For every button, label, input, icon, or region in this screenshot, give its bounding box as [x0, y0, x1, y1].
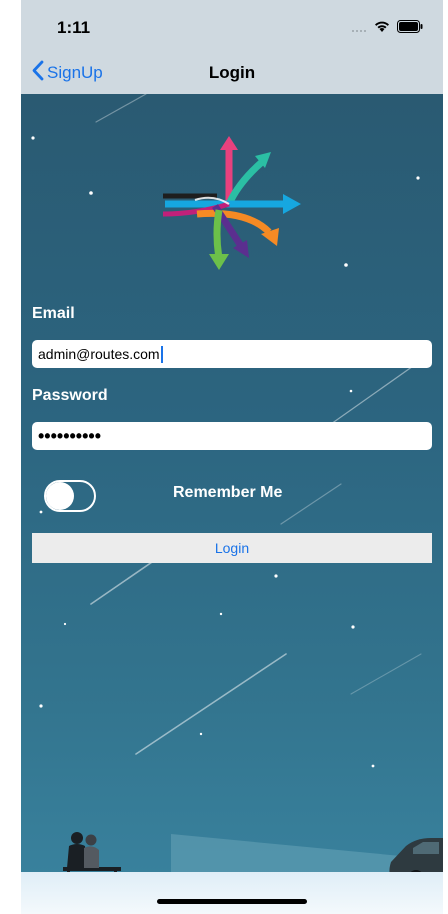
login-button[interactable]: Login — [32, 533, 432, 563]
remember-me-toggle[interactable] — [44, 480, 96, 512]
nav-title: Login — [208, 63, 256, 82]
wifi-icon — [373, 20, 391, 38]
text-cursor — [160, 345, 163, 363]
password-label: Password — [32, 387, 108, 404]
status-bar: 1:11 — [21, 0, 443, 52]
password-field[interactable]: •••••••••• — [32, 422, 432, 450]
snow-ground — [21, 872, 443, 914]
phone-screen: 1:11 SignUp Login Email admin@routes.com… — [21, 0, 443, 914]
status-icons — [351, 20, 423, 38]
email-value: admin@routes.com — [38, 346, 160, 362]
home-indicator[interactable] — [157, 899, 307, 904]
cellular-signal-icon — [351, 20, 367, 38]
battery-icon — [397, 20, 423, 38]
toggle-knob — [46, 482, 74, 510]
remember-me-label: Remember Me — [173, 484, 283, 501]
status-time: 1:11 — [57, 18, 91, 37]
navigation-bar: SignUp Login — [21, 52, 443, 94]
routes-arrows-logo — [157, 134, 307, 274]
password-value: •••••••••• — [38, 425, 102, 446]
couple-on-bench — [63, 832, 121, 877]
email-field[interactable]: admin@routes.com — [32, 340, 432, 368]
email-label: Email — [32, 305, 75, 322]
